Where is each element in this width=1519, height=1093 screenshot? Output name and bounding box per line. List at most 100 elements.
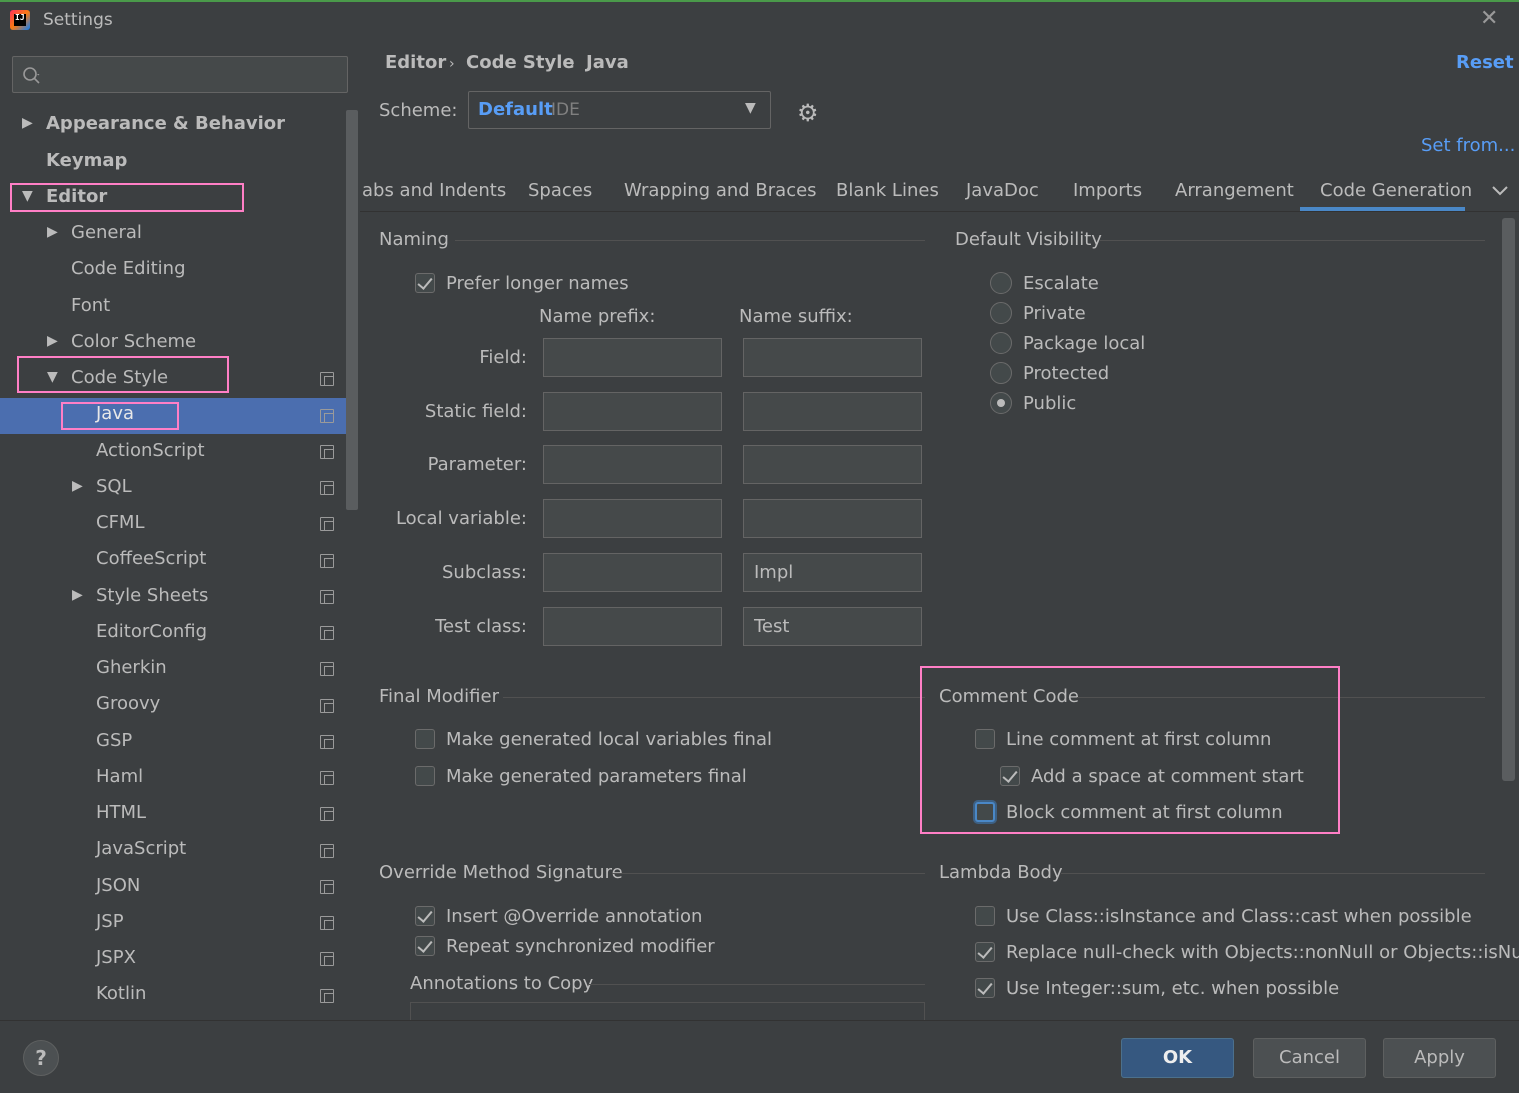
field-suffix-input[interactable] [743,338,922,377]
copy-icon [320,989,334,1003]
use-isinstance-checkbox[interactable] [975,906,995,926]
radio-public[interactable] [990,392,1012,414]
sidebar-item-cfml[interactable]: CFML [96,505,144,541]
sidebar-item-html[interactable]: HTML [96,795,146,831]
tab-code-generation[interactable]: Code Generation [1320,180,1472,201]
prefer-longer-names-label: Prefer longer names [446,273,629,294]
override-signature-title: Override Method Signature [379,862,623,883]
private-label: Private [1023,303,1086,324]
chevron-down-icon[interactable] [1491,184,1509,198]
copy-icon [320,807,334,821]
static-field-suffix-input[interactable] [743,392,922,431]
escalate-label: Escalate [1023,273,1099,294]
section-divider [1061,873,1485,874]
final-params-checkbox[interactable] [415,766,435,786]
repeat-synchronized-checkbox[interactable] [415,936,435,956]
sidebar-item-color-scheme[interactable]: Color Scheme [71,324,196,360]
parameter-prefix-input[interactable] [543,445,722,484]
local-variable-label: Local variable: [395,508,527,529]
sidebar-item-editorconfig[interactable]: EditorConfig [96,614,207,650]
apply-button[interactable]: Apply [1383,1038,1496,1078]
expand-arrow-icon[interactable]: ▶ [22,115,33,131]
copy-icon [320,590,334,604]
sidebar-item-kotlin[interactable]: Kotlin [96,976,146,1012]
highlight-box-editor [10,183,244,212]
parameter-suffix-input[interactable] [743,445,922,484]
copy-icon [320,481,334,495]
sidebar-item-font[interactable]: Font [71,288,110,324]
set-from-link[interactable]: Set from... [1421,135,1515,156]
sidebar-item-general[interactable]: General [71,215,142,251]
sidebar-item-haml[interactable]: Haml [96,759,143,795]
tab-tabs-and-indents[interactable]: abs and Indents [362,180,506,201]
tab-imports[interactable]: Imports [1073,180,1142,201]
search-input[interactable] [12,56,348,93]
static-field-label: Static field: [424,401,527,422]
close-icon[interactable]: ✕ [1480,6,1498,31]
sidebar-item-keymap[interactable]: Keymap [46,143,127,179]
tab-blank-lines[interactable]: Blank Lines [836,180,939,201]
breadcrumb-editor: Editor [385,52,447,73]
subclass-label: Subclass: [441,562,527,583]
sidebar-item-appearance[interactable]: Appearance & Behavior [46,106,285,142]
final-local-vars-checkbox[interactable] [415,729,435,749]
section-divider [503,697,925,698]
gear-icon[interactable]: ⚙ [797,99,819,127]
name-suffix-header: Name suffix: [739,306,853,327]
local-variable-suffix-input[interactable] [743,499,922,538]
annotations-list[interactable] [410,1002,925,1020]
help-button[interactable]: ? [23,1040,59,1076]
local-variable-prefix-input[interactable] [543,499,722,538]
sidebar-item-gsp[interactable]: GSP [96,723,132,759]
field-prefix-input[interactable] [543,338,722,377]
sidebar-item-actionscript[interactable]: ActionScript [96,433,205,469]
static-field-prefix-input[interactable] [543,392,722,431]
expand-arrow-icon[interactable]: ▶ [47,224,58,240]
sidebar-item-groovy[interactable]: Groovy [96,686,160,722]
sidebar-item-code-editing[interactable]: Code Editing [71,251,186,287]
expand-arrow-icon[interactable]: ▶ [72,478,83,494]
radio-package-local[interactable] [990,332,1012,354]
tab-wrapping-and-braces[interactable]: Wrapping and Braces [624,180,817,201]
field-label: Field: [479,347,527,368]
insert-override-checkbox[interactable] [415,906,435,926]
breadcrumb-separator: › [449,56,455,72]
sidebar-item-json[interactable]: JSON [96,868,140,904]
insert-override-label: Insert @Override annotation [446,906,703,927]
intellij-logo-icon: IJ [10,10,30,30]
sidebar-item-sql[interactable]: SQL [96,469,132,505]
package-local-label: Package local [1023,333,1146,354]
use-integer-sum-checkbox[interactable] [975,978,995,998]
test-class-prefix-input[interactable] [543,607,722,646]
subclass-prefix-input[interactable] [543,553,722,592]
sidebar-item-gherkin[interactable]: Gherkin [96,650,167,686]
sidebar-item-jsp[interactable]: JSP [96,904,124,940]
cancel-button[interactable]: Cancel [1253,1038,1366,1078]
radio-protected[interactable] [990,362,1012,384]
final-modifier-title: Final Modifier [379,686,499,707]
expand-arrow-icon[interactable]: ▶ [72,587,83,603]
tab-arrangement[interactable]: Arrangement [1175,180,1294,201]
sidebar-item-coffeescript[interactable]: CoffeeScript [96,541,206,577]
tab-spaces[interactable]: Spaces [528,180,592,201]
replace-null-check-checkbox[interactable] [975,942,995,962]
sidebar-scrollbar[interactable] [346,110,358,510]
scheme-dropdown[interactable]: Default IDE ▼ [468,91,771,129]
radio-escalate[interactable] [990,272,1012,294]
radio-private[interactable] [990,302,1012,324]
sidebar-item-jspx[interactable]: JSPX [96,940,136,976]
expand-arrow-icon[interactable]: ▶ [47,333,58,349]
subclass-suffix-input[interactable] [743,553,922,592]
copy-icon [320,735,334,749]
use-isinstance-label: Use Class::isInstance and Class::cast wh… [1006,906,1472,927]
naming-title: Naming [379,229,449,250]
main-scrollbar[interactable] [1502,218,1515,781]
test-class-suffix-input[interactable] [743,607,922,646]
prefer-longer-names-checkbox[interactable] [415,273,435,293]
copy-icon [320,916,334,930]
reset-link[interactable]: Reset [1456,52,1514,73]
sidebar-item-javascript[interactable]: JavaScript [96,831,186,867]
ok-button[interactable]: OK [1121,1038,1234,1078]
sidebar-item-style-sheets[interactable]: Style Sheets [96,578,208,614]
tab-javadoc[interactable]: JavaDoc [966,180,1039,201]
